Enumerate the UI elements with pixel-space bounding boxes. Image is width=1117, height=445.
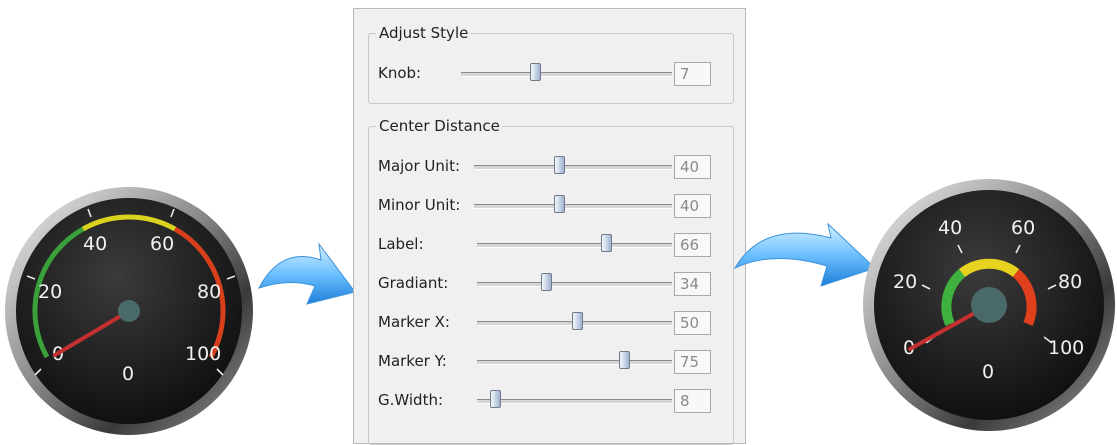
major-unit-value-box[interactable]: 40 [674,155,711,179]
gauge-label-20: 20 [893,271,917,293]
gauge-label-60: 60 [1011,217,1035,239]
gauge-label-40: 40 [938,217,962,239]
adjust-style-group: Adjust Style Knob: 7 [368,24,735,104]
gauge-label-80: 80 [1058,271,1082,293]
gauge-label-60: 60 [150,233,174,255]
marker-y-slider-thumb[interactable] [619,351,630,369]
major-unit-slider-track[interactable] [474,165,672,170]
gradiant-row: Gradiant: 34 [369,271,735,297]
gradiant-slider-thumb[interactable] [541,273,552,291]
gauge-label-100: 100 [185,343,221,365]
gauge-label-20: 20 [38,281,62,303]
marker-x-row: Marker X: 50 [369,310,735,336]
gauge-bottom-label: 0 [122,363,134,385]
g-width-row: G.Width: 8 [369,388,735,414]
knob-slider-thumb[interactable] [530,63,541,81]
center-distance-group: Center Distance Major Unit: 40 Minor Uni… [368,117,735,445]
gauge-bottom-label: 0 [982,361,994,383]
marker-y-row: Marker Y: 75 [369,349,735,375]
label-slider-thumb[interactable] [601,234,612,252]
gauge-label-80: 80 [197,281,221,303]
right-gauge: 0 20 40 60 80 100 0 [863,179,1115,431]
marker-y-slider-track[interactable] [477,360,672,365]
minor-unit-label: Minor Unit: [378,196,461,214]
label-value-box[interactable]: 66 [674,233,711,257]
knob-row: Knob: 7 [369,61,735,87]
gauge-label-100: 100 [1048,337,1084,359]
label-slider-track[interactable] [477,243,672,248]
adjust-style-title: Adjust Style [376,24,472,42]
major-unit-label: Major Unit: [378,157,461,175]
g-width-slider-thumb[interactable] [490,390,501,408]
label-row: Label: 66 [369,232,735,258]
gauge-hub [971,287,1007,323]
gauge-hub [118,300,140,322]
left-gauge: 0 20 40 60 80 100 0 [5,187,253,435]
minor-unit-value-box[interactable]: 40 [674,194,711,218]
marker-y-label: Marker Y: [378,352,447,370]
marker-x-slider-thumb[interactable] [572,312,583,330]
g-width-slider-track[interactable] [477,399,672,404]
minor-unit-row: Minor Unit: 40 [369,193,735,219]
marker-y-value-box[interactable]: 75 [674,350,711,374]
marker-x-label: Marker X: [378,313,450,331]
settings-panel: Adjust Style Knob: 7 Center Distance Maj… [353,8,746,445]
major-unit-row: Major Unit: 40 [369,154,735,180]
gradiant-label: Gradiant: [378,274,449,292]
g-width-label: G.Width: [378,391,444,409]
minor-unit-slider-track[interactable] [474,204,672,209]
knob-slider-track[interactable] [461,72,672,77]
knob-label: Knob: [378,64,422,82]
right-arrow-icon [257,242,356,305]
gradiant-value-box[interactable]: 34 [674,272,711,296]
center-distance-title: Center Distance [376,117,503,135]
gauge-label-40: 40 [83,233,107,255]
knob-value-box[interactable]: 7 [674,62,711,86]
label-distance-label: Label: [378,235,424,253]
marker-x-value-box[interactable]: 50 [674,311,711,335]
g-width-value-box[interactable]: 8 [674,389,711,413]
major-unit-slider-thumb[interactable] [554,156,565,174]
gradiant-slider-track[interactable] [477,282,672,287]
minor-unit-slider-thumb[interactable] [554,195,565,213]
